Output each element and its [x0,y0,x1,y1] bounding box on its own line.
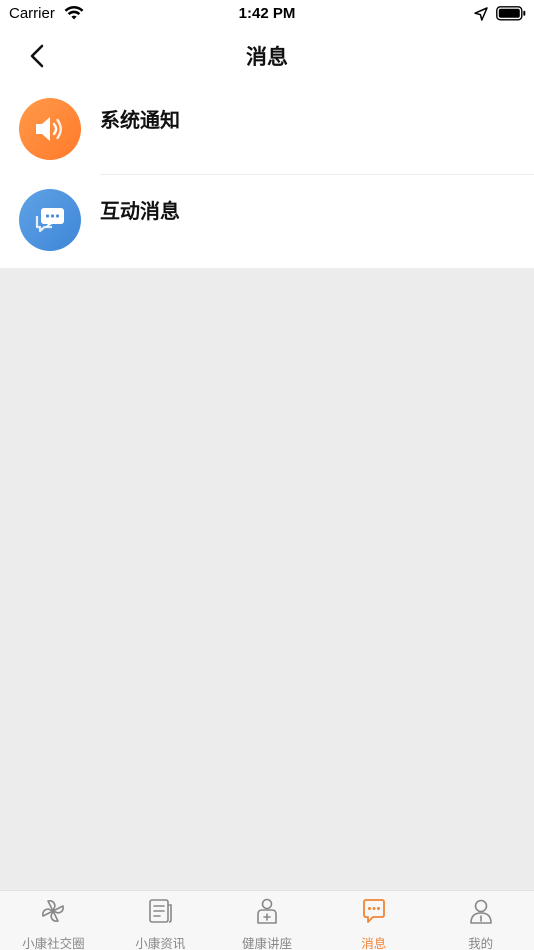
tab-label: 我的 [468,936,494,950]
message-list: 系统通知 互动消息 [0,84,534,268]
profile-icon [469,899,492,924]
list-item-interaction[interactable]: 互动消息 [0,175,534,265]
tab-health-lecture[interactable]: 健康讲座 [214,891,321,950]
tab-label: 消息 [361,936,387,950]
chat-bubble-icon [35,208,64,233]
status-bar: Carrier 1:42 PM [0,0,534,28]
tab-label: 小康社交圈 [22,936,85,950]
speaker-icon [36,117,62,141]
clock: 1:42 PM [238,5,296,22]
list-item-label: 互动消息 [100,199,180,223]
battery-icon [496,6,526,21]
tab-bar: 小康社交圈 小康资讯 健康讲座 消息 我的 [0,890,534,950]
news-icon [149,899,172,923]
nav-bar: 消息 [0,28,534,84]
system-notice-avatar [19,98,81,160]
page-title: 消息 [246,45,288,69]
message-icon [362,899,385,923]
tab-profile[interactable]: 我的 [427,891,534,950]
tab-label: 小康资讯 [135,936,186,950]
pinwheel-icon [42,900,65,922]
list-item-label: 系统通知 [100,108,180,132]
tab-news[interactable]: 小康资讯 [107,891,214,950]
list-item-system-notice[interactable]: 系统通知 [0,84,534,175]
tab-label: 健康讲座 [241,936,292,950]
doctor-icon [257,898,277,924]
interaction-avatar [19,189,81,251]
tab-social-circle[interactable]: 小康社交圈 [0,891,107,950]
location-arrow-icon [474,7,488,21]
tab-messages[interactable]: 消息 [320,891,427,950]
